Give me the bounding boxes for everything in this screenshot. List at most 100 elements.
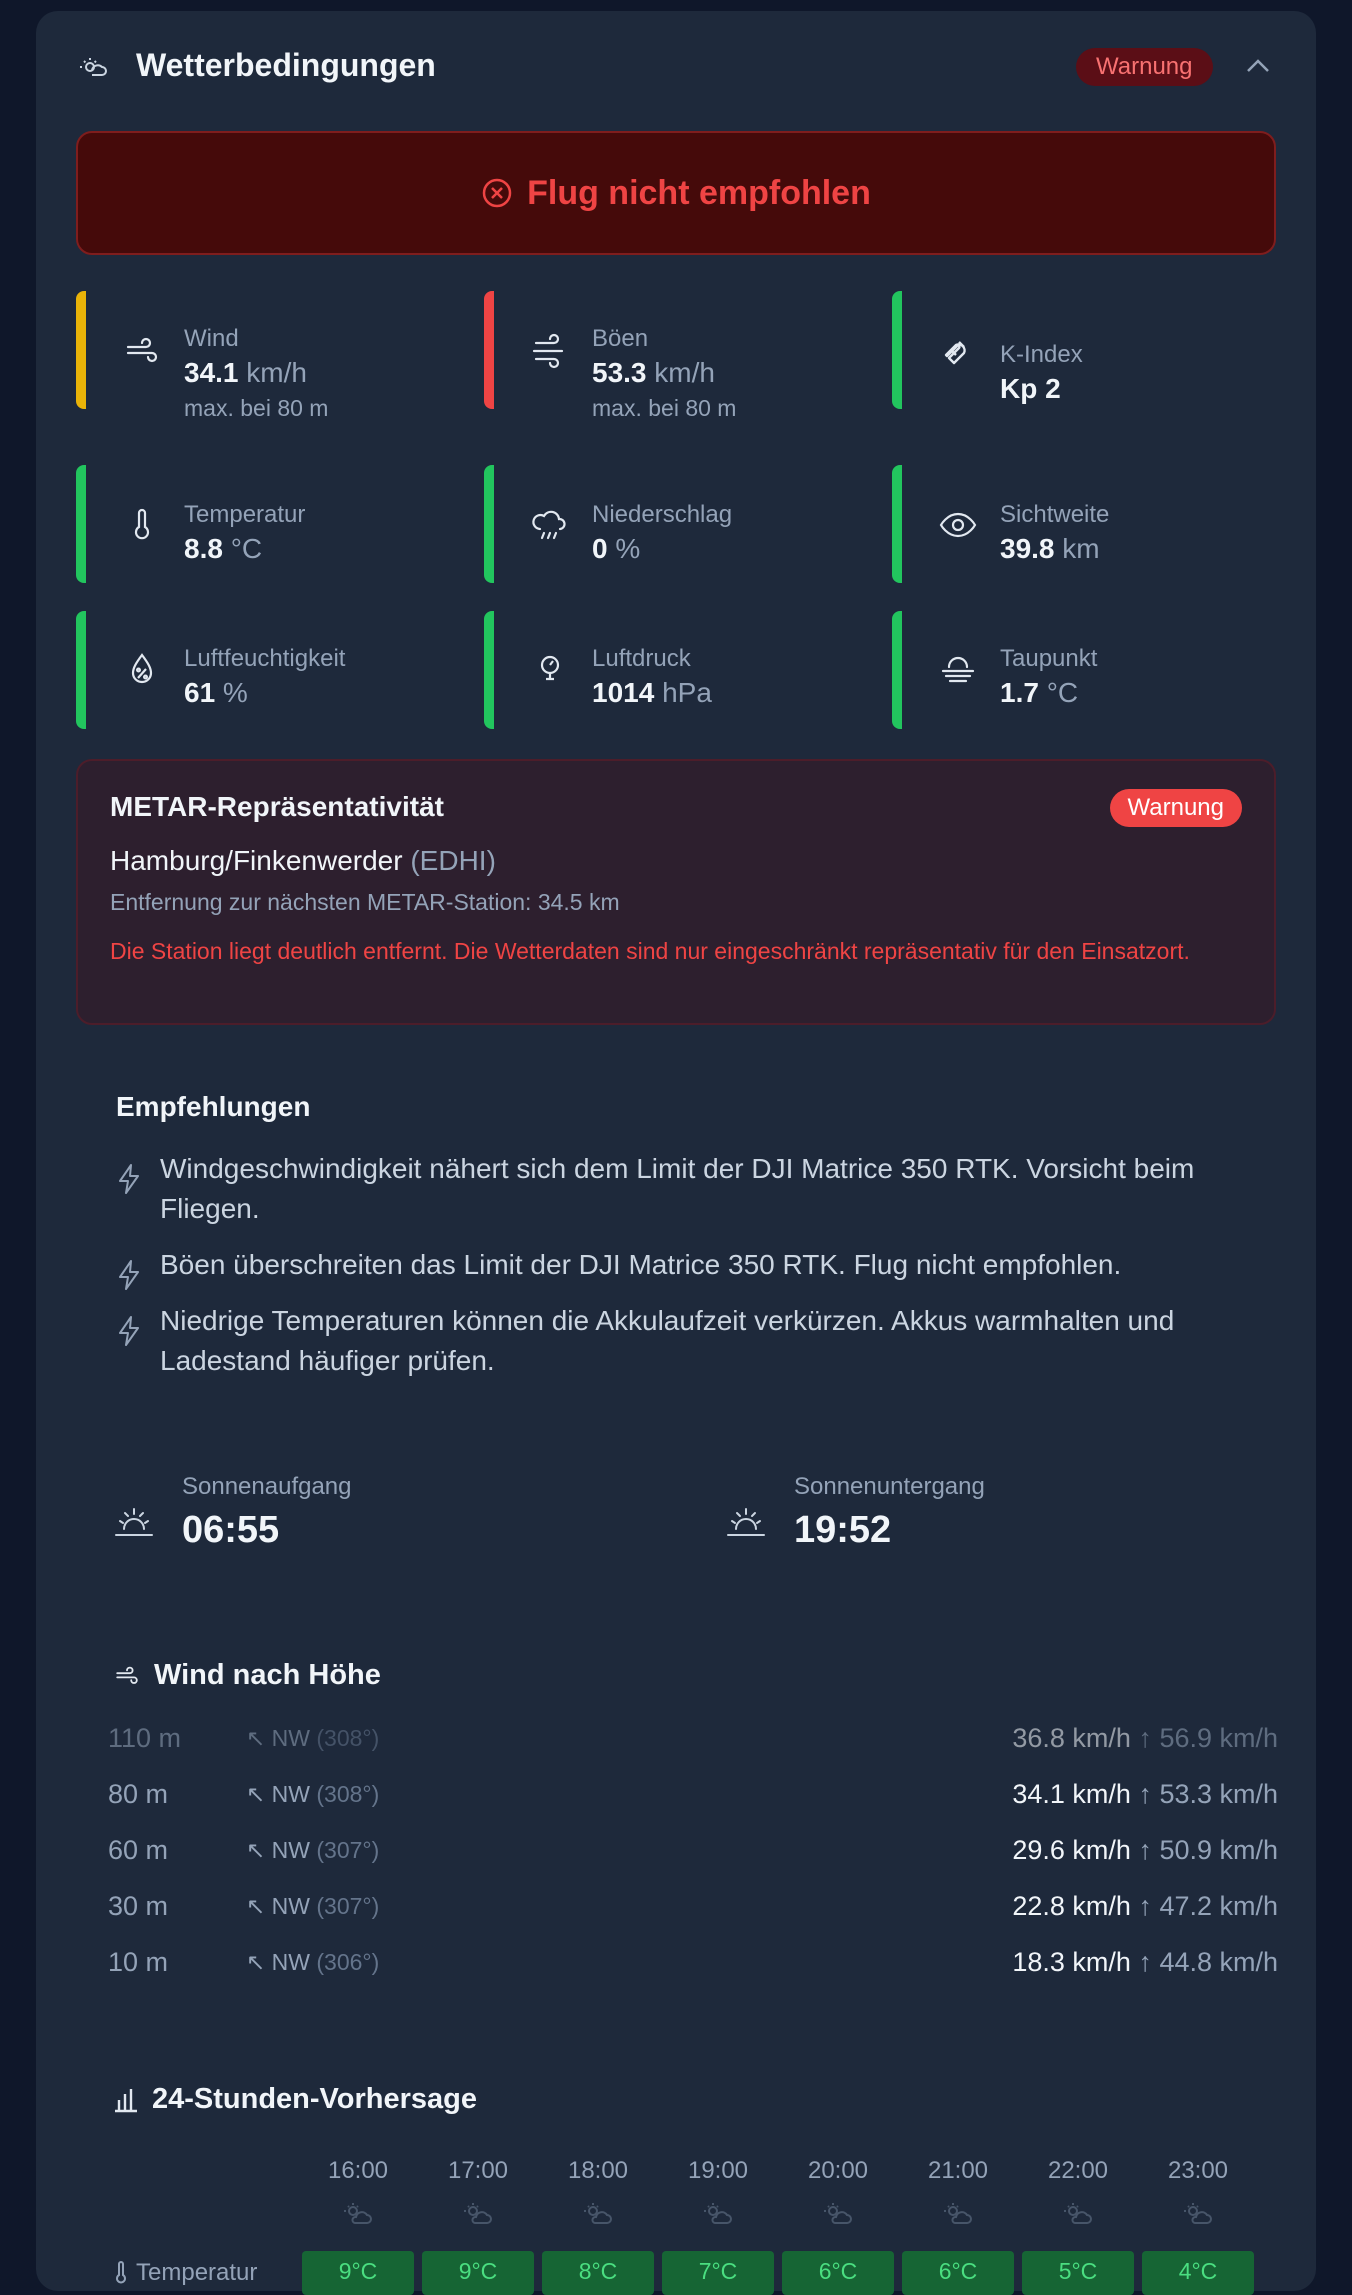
status-bar <box>484 465 494 583</box>
tile-value: 34.1 km/h <box>184 357 307 388</box>
wind-height-row: 60 m ↖ NW (307°) 29.6 km/h ↑ 50.9 km/h <box>108 1835 1278 1865</box>
tile-label: Niederschlag <box>592 501 733 528</box>
wind-height-row: 110 m ↖ NW (308°) 36.8 km/h ↑ 56.9 km/h <box>108 1723 1278 1753</box>
tile-label: Böen <box>592 325 649 352</box>
wind-icon <box>116 1666 138 1684</box>
recommendation-item: Niedrige Temperaturen können die Akkulau… <box>116 1301 1270 1381</box>
sunrise-time: 06:55 <box>182 1509 280 1551</box>
x-circle-icon <box>482 178 512 208</box>
partly-cloudy-icon <box>902 2201 1014 2232</box>
metar-station: Hamburg/Finkenwerder (EDHI) <box>110 845 496 876</box>
droplet-percent-icon <box>131 653 153 684</box>
gauge-icon <box>540 655 560 681</box>
bar-chart-icon <box>115 2088 137 2112</box>
arrow-up-left-icon: ↖ <box>246 1725 266 1751</box>
tile-value: 0 % <box>592 533 641 564</box>
status-bar <box>76 611 86 729</box>
tile-value: 39.8 km <box>1000 533 1100 564</box>
alert-text: Flug nicht empfohlen <box>527 173 871 212</box>
metar-badge: Warnung <box>1109 789 1242 827</box>
wind-height-title: Wind nach Höhe <box>112 1659 381 1692</box>
forecast-temp-cell: 4°C <box>1142 2251 1254 2295</box>
recommendation-item: Windgeschwindigkeit nähert sich dem Limi… <box>116 1149 1270 1229</box>
partly-cloudy-icon <box>302 2201 414 2232</box>
tile-subtext: max. bei 80 m <box>184 395 329 421</box>
haze-icon <box>941 656 975 683</box>
sunrise: Sonnenaufgang 06:55 <box>112 1473 612 1573</box>
sunrise-icon <box>115 1508 153 1536</box>
metar-card: METAR-Repräsentativität Warnung Hamburg/… <box>76 759 1276 1025</box>
forecast-hour: 23:00 <box>1167 2157 1229 2184</box>
forecast-hour: 19:00 <box>687 2157 749 2184</box>
tile-label: K-Index <box>1000 341 1083 368</box>
sunset: Sonnenuntergang 19:52 <box>724 1473 1224 1573</box>
arrow-up-left-icon: ↖ <box>246 1781 266 1807</box>
forecast-temp-cell: 6°C <box>782 2251 894 2295</box>
forecast-temp-cell: 9°C <box>422 2251 534 2295</box>
weather-panel: Wetterbedingungen Warnung Flug nicht emp… <box>36 11 1316 2295</box>
tile-value: 61 % <box>184 677 248 708</box>
tile-precipitation: Niederschlag 0 % <box>484 465 874 583</box>
tile-humidity: Luftfeuchtigkeit 61 % <box>76 611 466 729</box>
lightning-icon <box>119 1164 139 1194</box>
wind-height-row: 30 m ↖ NW (307°) 22.8 km/h ↑ 47.2 km/h <box>108 1891 1278 1921</box>
forecast-hour: 21:00 <box>927 2157 989 2184</box>
panel-header[interactable]: Wetterbedingungen Warnung <box>36 11 1316 123</box>
wind-direction: ↖ NW (308°) <box>246 1725 380 1751</box>
wind-direction: ↖ NW (307°) <box>246 1837 380 1863</box>
magnet-icon <box>944 341 966 365</box>
forecast-hour: 20:00 <box>807 2157 869 2184</box>
forecast-hour: 16:00 <box>327 2157 389 2184</box>
sunrise-label: Sonnenaufgang <box>182 1473 352 1500</box>
gust-icon <box>532 333 564 369</box>
forecast-title: 24-Stunden-Vorhersage <box>112 2083 477 2116</box>
wind-direction: ↖ NW (307°) <box>246 1893 380 1919</box>
tile-label: Luftfeuchtigkeit <box>184 645 346 672</box>
forecast-hour: 22:00 <box>1047 2157 1109 2184</box>
tile-pressure: Luftdruck 1014 hPa <box>484 611 874 729</box>
status-bar <box>892 465 902 583</box>
status-bar <box>892 291 902 409</box>
partly-cloudy-icon <box>662 2201 774 2232</box>
tile-visibility: Sichtweite 39.8 km <box>892 465 1282 583</box>
recommendations-title: Empfehlungen <box>116 1091 311 1122</box>
status-badge: Warnung <box>1076 48 1213 86</box>
chevron-up-icon[interactable] <box>1244 54 1272 78</box>
lightning-icon <box>119 1260 139 1290</box>
eye-icon <box>939 512 977 538</box>
tile-value: 1014 hPa <box>592 677 712 708</box>
tile-label: Luftdruck <box>592 645 691 672</box>
status-bar <box>484 291 494 409</box>
partly-cloudy-icon <box>782 2201 894 2232</box>
status-bar <box>76 291 86 409</box>
flight-alert: Flug nicht empfohlen <box>76 131 1276 255</box>
tile-label: Sichtweite <box>1000 501 1110 528</box>
thermometer-icon <box>134 508 150 540</box>
wind-direction: ↖ NW (308°) <box>246 1781 380 1807</box>
forecast-temp-cell: 8°C <box>542 2251 654 2295</box>
tile-label: Taupunkt <box>1000 645 1098 672</box>
tile-temperature: Temperatur 8.8 °C <box>76 465 466 583</box>
tile-value: 1.7 °C <box>1000 677 1079 708</box>
cloud-rain-icon <box>532 510 566 540</box>
forecast-temp-cell: 9°C <box>302 2251 414 2295</box>
forecast-hour: 18:00 <box>567 2157 629 2184</box>
partly-cloudy-icon <box>542 2201 654 2232</box>
forecast-temp-cell: 6°C <box>902 2251 1014 2295</box>
tile-label: Temperatur <box>184 501 306 528</box>
arrow-up-left-icon: ↖ <box>246 1837 266 1863</box>
tile-dewpoint: Taupunkt 1.7 °C <box>892 611 1282 729</box>
wind-direction: ↖ NW (306°) <box>246 1949 380 1975</box>
wind-height-row: 10 m ↖ NW (306°) 18.3 km/h ↑ 44.8 km/h <box>108 1947 1278 1977</box>
wind-icon <box>126 337 158 363</box>
sunset-time: 19:52 <box>794 1509 892 1551</box>
status-bar <box>484 611 494 729</box>
lightning-icon <box>119 1316 139 1346</box>
recommendations: Empfehlungen Windgeschwindigkeit nähert … <box>116 1091 1276 1397</box>
tile-value: 53.3 km/h <box>592 357 715 388</box>
sunset-label: Sonnenuntergang <box>794 1473 985 1500</box>
panel-title: Wetterbedingungen <box>136 47 436 83</box>
status-bar <box>892 611 902 729</box>
thermometer-icon <box>116 2261 126 2284</box>
tile-k-index: K-Index Kp 2 <box>892 291 1282 409</box>
